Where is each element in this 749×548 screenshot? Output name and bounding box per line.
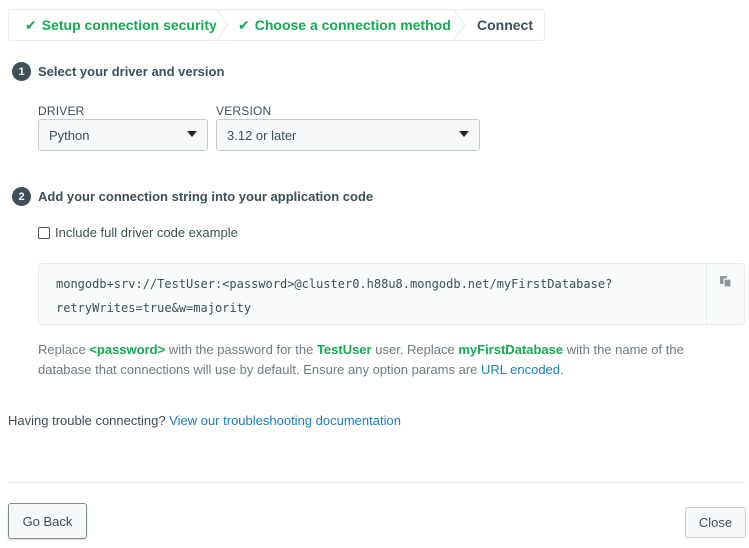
full-driver-example-option[interactable]: Include full driver code example <box>38 225 238 240</box>
step-choose-method[interactable]: ✔ Choose a connection method <box>222 9 466 41</box>
chevron-separator-icon <box>215 9 229 41</box>
section-connection-string-title: 2 Add your connection string into your a… <box>12 187 373 206</box>
go-back-button[interactable]: Go Back <box>8 503 87 539</box>
help-text-part: user. Replace <box>371 342 459 357</box>
driver-select[interactable]: Python <box>38 119 208 151</box>
code-line-1: mongodb+srv://TestUser:<password>@cluste… <box>56 277 613 291</box>
dropdown-arrow-icon <box>459 131 469 137</box>
database-name-highlight: myFirstDatabase <box>458 342 564 357</box>
connection-stepper: ✔ Setup connection security ✔ Choose a c… <box>8 9 545 41</box>
troubleshooting-docs-link[interactable]: View our troubleshooting documentation <box>169 413 401 428</box>
section-driver-title: 1 Select your driver and version <box>12 62 224 81</box>
copy-icon <box>719 276 732 288</box>
footer-divider <box>8 482 745 483</box>
step-label: Connect <box>477 17 533 33</box>
username-highlight: TestUser <box>316 342 372 357</box>
step-setup-security[interactable]: ✔ Setup connection security <box>9 9 229 41</box>
password-placeholder-highlight: <password> <box>89 342 166 357</box>
checkmark-icon: ✔ <box>25 16 37 33</box>
troubleshooting-text: Having trouble connecting? <box>8 413 170 428</box>
step-number-badge: 1 <box>12 62 31 81</box>
dropdown-arrow-icon <box>187 131 197 137</box>
connection-string-box: mongodb+srv://TestUser:<password>@cluste… <box>38 263 745 325</box>
help-text-part: with the password for the <box>165 342 317 357</box>
driver-select-value: Python <box>49 127 90 143</box>
code-line-2: retryWrites=true&w=majority <box>56 301 252 315</box>
step-connect[interactable]: Connect <box>459 10 544 40</box>
help-text-part: Replace <box>38 342 90 357</box>
version-label: VERSION <box>216 104 272 118</box>
step-number-badge: 2 <box>12 187 31 206</box>
full-driver-example-checkbox[interactable] <box>38 226 50 239</box>
step-label: Choose a connection method <box>254 17 451 33</box>
chevron-separator-icon <box>452 9 466 41</box>
checkmark-icon: ✔ <box>238 16 250 33</box>
help-text-part: . <box>560 362 564 377</box>
driver-label: DRIVER <box>38 104 85 118</box>
version-select[interactable]: 3.12 or later <box>216 119 480 151</box>
version-select-value: 3.12 or later <box>227 127 297 143</box>
url-encoded-link[interactable]: URL encoded <box>481 362 560 377</box>
close-button[interactable]: Close <box>685 507 746 538</box>
copy-button[interactable] <box>706 264 744 324</box>
checkbox-label: Include full driver code example <box>55 225 238 240</box>
troubleshooting-row: Having trouble connecting? View our trou… <box>8 413 401 428</box>
connection-help-text: Replace <password> with the password for… <box>38 340 728 380</box>
section-title-text: Add your connection string into your app… <box>38 189 374 204</box>
connection-string-text[interactable]: mongodb+srv://TestUser:<password>@cluste… <box>39 264 706 324</box>
section-title-text: Select your driver and version <box>38 64 225 79</box>
step-label: Setup connection security <box>41 17 217 33</box>
